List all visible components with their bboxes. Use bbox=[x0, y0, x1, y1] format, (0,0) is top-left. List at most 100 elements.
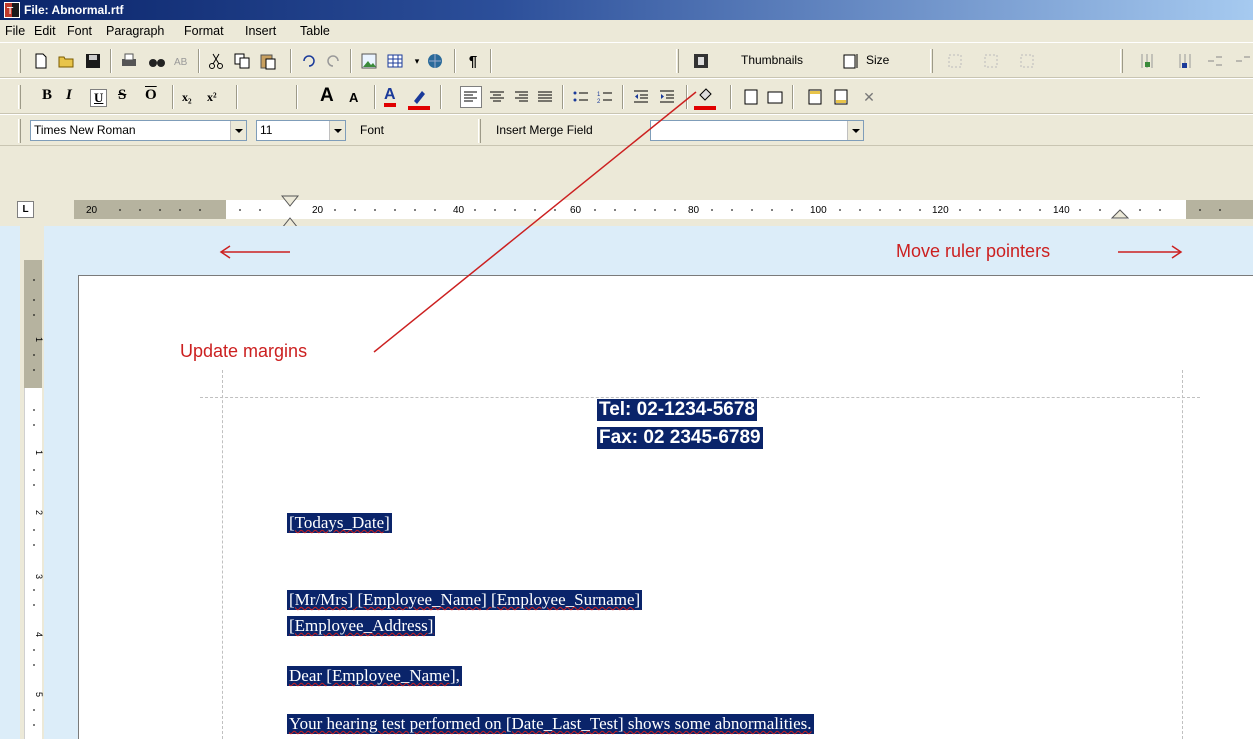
disabled-frame-icon[interactable] bbox=[944, 50, 966, 72]
bold-button[interactable]: B bbox=[42, 87, 52, 104]
merge-field-select[interactable] bbox=[650, 120, 864, 141]
ruler-number: 140 bbox=[1053, 205, 1070, 216]
insert-table-icon[interactable] bbox=[384, 50, 406, 72]
svg-text:AB: AB bbox=[174, 57, 188, 68]
page-icon[interactable] bbox=[740, 86, 762, 108]
body-line[interactable]: Your hearing test performed on [Date_Las… bbox=[287, 714, 814, 734]
svg-text:2: 2 bbox=[34, 510, 44, 515]
underline-button[interactable]: U bbox=[90, 89, 108, 107]
shrink-font-button[interactable]: A bbox=[349, 90, 358, 105]
svg-text:5: 5 bbox=[34, 692, 44, 697]
menu-format[interactable]: Format bbox=[184, 24, 224, 38]
toolbar-grip[interactable] bbox=[1120, 49, 1123, 73]
font-button[interactable]: Font bbox=[360, 123, 384, 137]
table-merge-icon[interactable] bbox=[1232, 50, 1253, 72]
overline-button[interactable]: O bbox=[145, 87, 157, 104]
disabled-frame-icon[interactable] bbox=[1016, 50, 1038, 72]
table-insert-row-icon[interactable] bbox=[1136, 50, 1158, 72]
save-icon[interactable] bbox=[82, 50, 104, 72]
standard-toolbar: AB ▾ ¶ Thumbnails Size bbox=[0, 42, 1253, 78]
insert-merge-field-button[interactable]: Insert Merge Field bbox=[496, 123, 593, 137]
address-field[interactable]: [Employee_Address] bbox=[287, 616, 436, 636]
grow-font-button[interactable]: A bbox=[320, 85, 334, 107]
date-field[interactable]: [Todays_Date] bbox=[287, 513, 392, 533]
align-right-icon[interactable] bbox=[510, 86, 532, 108]
fill-color-icon[interactable] bbox=[694, 86, 716, 110]
numbered-list-icon[interactable]: 12 bbox=[594, 86, 616, 108]
disabled-frame-icon[interactable] bbox=[980, 50, 1002, 72]
margin-guide bbox=[1182, 370, 1183, 739]
menu-edit[interactable]: Edit bbox=[34, 24, 56, 38]
paste-icon[interactable] bbox=[257, 50, 279, 72]
ruler-number: 80 bbox=[688, 205, 700, 216]
pilcrow-icon[interactable]: ¶ bbox=[462, 50, 484, 72]
svg-text:1: 1 bbox=[597, 92, 601, 98]
thumbnails-button[interactable]: Thumbnails bbox=[741, 53, 803, 67]
size-button[interactable]: Size bbox=[866, 53, 889, 67]
replace-icon[interactable]: AB bbox=[170, 50, 192, 72]
cut-icon[interactable] bbox=[205, 50, 227, 72]
font-name-select[interactable]: Times New Roman bbox=[30, 120, 247, 141]
menu-file[interactable]: File bbox=[5, 24, 25, 38]
toolbar-grip[interactable] bbox=[18, 119, 21, 143]
table-split-icon[interactable] bbox=[1204, 50, 1226, 72]
chevron-down-icon[interactable] bbox=[847, 121, 863, 140]
toolbar-grip[interactable] bbox=[676, 49, 679, 73]
font-name-value: Times New Roman bbox=[34, 123, 136, 137]
align-left-icon[interactable] bbox=[460, 86, 482, 108]
menu-bar: File Edit Font Paragraph Format Insert T… bbox=[0, 20, 1253, 42]
find-binoculars-icon[interactable] bbox=[146, 50, 168, 72]
toolbar-grip[interactable] bbox=[18, 49, 21, 73]
menu-insert[interactable]: Insert bbox=[245, 24, 276, 38]
header-icon[interactable] bbox=[804, 86, 826, 108]
font-color-button[interactable]: A bbox=[384, 87, 396, 107]
ruler-ticks: 20 20 40 60 80 100 120 140 bbox=[86, 195, 1221, 226]
chevron-down-icon[interactable] bbox=[329, 121, 345, 140]
insert-image-icon[interactable] bbox=[358, 50, 380, 72]
toolbar-grip[interactable] bbox=[18, 85, 21, 109]
menu-font[interactable]: Font bbox=[67, 24, 92, 38]
bullet-list-icon[interactable] bbox=[570, 86, 592, 108]
chevron-down-icon[interactable] bbox=[230, 121, 246, 140]
toolbar-grip[interactable] bbox=[930, 49, 933, 73]
horizontal-ruler[interactable]: L 20 20 40 60 80 100 120 140 bbox=[0, 146, 1253, 226]
fax-line[interactable]: Fax: 02 2345-6789 bbox=[597, 427, 763, 449]
page-landscape-icon[interactable] bbox=[764, 86, 786, 108]
page-margins-icon[interactable] bbox=[690, 50, 712, 72]
new-document-icon[interactable] bbox=[30, 50, 52, 72]
copy-icon[interactable] bbox=[231, 50, 253, 72]
ruler-number: 120 bbox=[932, 205, 949, 216]
font-size-value: 11 bbox=[260, 123, 273, 137]
menu-paragraph[interactable]: Paragraph bbox=[106, 24, 164, 38]
subscript-button[interactable]: x₂ bbox=[182, 90, 192, 105]
table-insert-col-icon[interactable] bbox=[1174, 50, 1196, 72]
align-center-icon[interactable] bbox=[486, 86, 508, 108]
justify-icon[interactable] bbox=[534, 86, 556, 108]
insert-object-icon[interactable] bbox=[424, 50, 446, 72]
font-size-select[interactable]: 11 bbox=[256, 120, 346, 141]
print-icon[interactable] bbox=[118, 50, 140, 72]
undo-icon[interactable] bbox=[298, 50, 320, 72]
ruler-number: 20 bbox=[312, 205, 324, 216]
first-indent-marker bbox=[280, 195, 300, 207]
size-icon[interactable] bbox=[840, 50, 862, 72]
close-x-icon[interactable]: ✕ bbox=[858, 86, 880, 108]
greeting-line[interactable]: Dear [Employee_Name], bbox=[287, 666, 462, 686]
open-folder-icon[interactable] bbox=[56, 50, 78, 72]
svg-text:2: 2 bbox=[597, 99, 601, 105]
toolbar-grip[interactable] bbox=[478, 119, 481, 143]
increase-indent-icon[interactable] bbox=[656, 86, 678, 108]
name-line[interactable]: [Mr/Mrs] [Employee_Name] [Employee_Surna… bbox=[287, 590, 643, 610]
decrease-indent-icon[interactable] bbox=[630, 86, 652, 108]
tel-line[interactable]: Tel: 02-1234-5678 bbox=[597, 399, 757, 421]
ruler-number: 40 bbox=[453, 205, 465, 216]
superscript-button[interactable]: x² bbox=[207, 90, 217, 105]
footer-icon[interactable] bbox=[830, 86, 852, 108]
font-toolbar: Times New Roman 11 Font Insert Merge Fie… bbox=[0, 114, 1253, 146]
redo-icon[interactable] bbox=[322, 50, 344, 72]
italic-button[interactable]: I bbox=[66, 87, 72, 104]
strikethrough-button[interactable]: S bbox=[118, 87, 126, 104]
formatting-toolbar: B I U S O x₂ x² A A A 12 ✕ bbox=[0, 78, 1253, 114]
menu-table[interactable]: Table bbox=[300, 24, 330, 38]
highlight-icon[interactable] bbox=[408, 86, 430, 110]
